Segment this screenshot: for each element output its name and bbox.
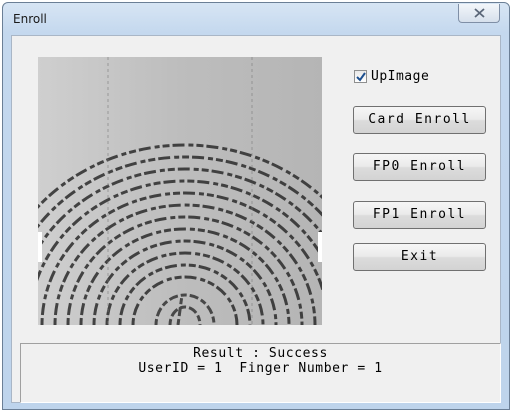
result-status-text: Result : Success [193, 346, 328, 361]
close-icon [474, 8, 485, 18]
card-enroll-button[interactable]: Card Enroll [353, 106, 486, 134]
exit-button[interactable]: Exit [353, 243, 486, 271]
fp1-enroll-button[interactable]: FP1 Enroll [353, 201, 486, 229]
fingerprint-image [38, 57, 322, 325]
result-panel: Result : Success UserID = 1 Finger Numbe… [20, 343, 501, 403]
upimage-checkbox[interactable] [354, 70, 367, 83]
window-title: Enroll [13, 12, 47, 26]
title-bar[interactable]: Enroll [3, 3, 509, 35]
fp0-enroll-button[interactable]: FP0 Enroll [353, 153, 486, 181]
close-button[interactable] [458, 4, 500, 23]
result-detail-text: UserID = 1 Finger Number = 1 [138, 361, 383, 376]
enroll-dialog: Enroll UpImage Card Enroll FP0 Enroll FP… [2, 2, 510, 410]
checkmark-icon [356, 72, 366, 82]
dialog-client-area: UpImage Card Enroll FP0 Enroll FP1 Enrol… [11, 35, 501, 403]
upimage-label[interactable]: UpImage [371, 69, 429, 84]
